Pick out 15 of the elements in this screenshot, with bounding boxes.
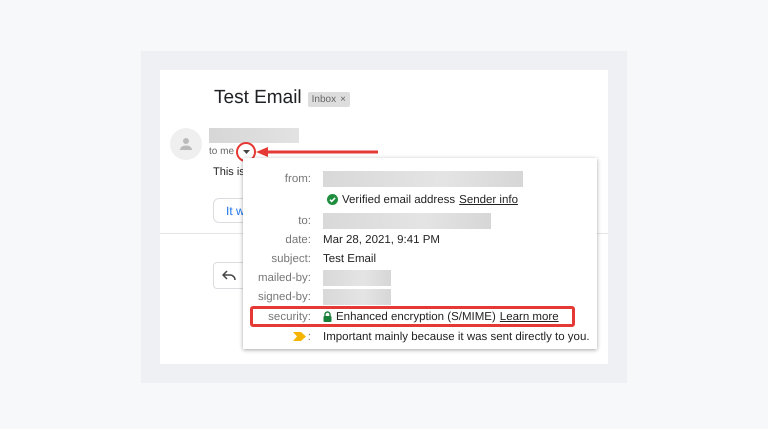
- field-value: Mar 28, 2021, 9:41 PM: [323, 234, 440, 246]
- verified-text: Verified email address: [342, 194, 456, 206]
- security-text: Enhanced encryption (S/MIME): [336, 310, 496, 322]
- field-label: to:: [298, 214, 311, 226]
- importance-text: Important mainly because it was sent directly to you.: [323, 330, 590, 342]
- email-subject: Test Email: [214, 87, 302, 109]
- recipient-text: to me: [209, 146, 234, 157]
- field-value: Test Email: [323, 252, 376, 264]
- field-label: from:: [284, 172, 311, 184]
- field-label: mailed-by:: [258, 272, 311, 284]
- field-label: signed-by:: [258, 290, 311, 302]
- field-label: subject:: [271, 252, 311, 264]
- field-label: security:: [268, 310, 311, 322]
- field-label: date:: [285, 234, 311, 246]
- field-label: :: [308, 330, 311, 342]
